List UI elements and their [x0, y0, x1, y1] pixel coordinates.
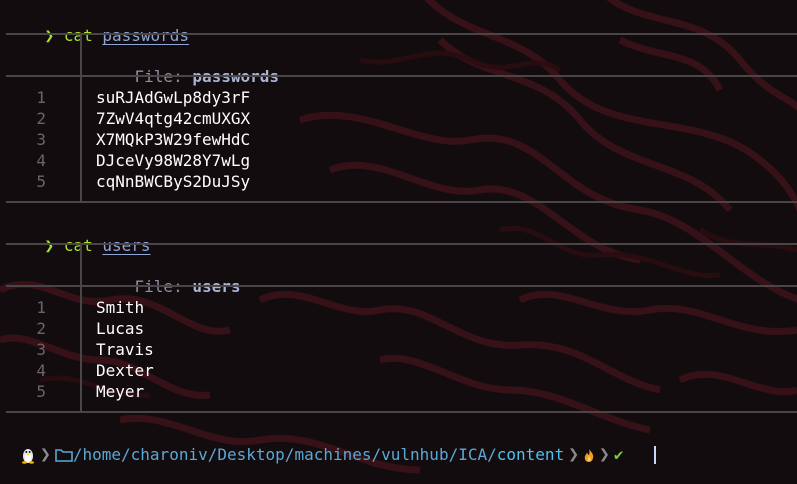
folder-icon [55, 448, 73, 462]
bat-top-rule [6, 243, 797, 245]
linux-tux-icon [20, 446, 36, 464]
bat-bottom-rule [6, 411, 797, 413]
bat-gutter-divider [80, 245, 82, 285]
file-content-line: Lucas [96, 319, 145, 338]
path-segment: Desktop [217, 445, 285, 464]
bat-gutter-divider [80, 77, 82, 201]
file-content-line: suRJAdGwLp8dy3rF [96, 88, 251, 107]
line-number: 2 [36, 319, 46, 338]
file-content-line: Smith [96, 298, 145, 317]
file-content-line: 7ZwV4qtg42cmUXGX [96, 109, 251, 128]
flame-icon [583, 448, 595, 463]
file-header: File: passwords [96, 45, 280, 86]
bat-header-rule [6, 75, 797, 77]
path-segment: home [82, 445, 122, 464]
prompt-arrow-icon: ❯ [44, 236, 55, 255]
check-icon: ✔ [613, 445, 624, 464]
file-content-line: X7MQkP3W29fewHdC [96, 130, 251, 149]
file-content-line: cqNnBWCByS2DuJSy [96, 172, 251, 191]
line-number: 4 [36, 361, 46, 380]
path-segment-current: content [496, 445, 565, 464]
command-argument[interactable]: passwords [102, 26, 189, 45]
line-number: 5 [36, 382, 46, 401]
command-argument[interactable]: users [102, 236, 150, 255]
current-path[interactable]: / home / charoniv / Desktop / machines / vulnhub /… [73, 443, 564, 467]
text-cursor [653, 446, 656, 464]
terminal-window[interactable]: ❯ cat passwords File: passwords 1 suRJAd… [0, 0, 797, 484]
path-segment: vulnhub [381, 445, 449, 464]
line-number: 3 [36, 340, 46, 359]
command-line-passwords: ❯ cat passwords [6, 4, 190, 45]
line-number: 5 [36, 172, 46, 191]
bat-top-rule [6, 33, 797, 35]
bat-gutter-divider [80, 35, 82, 75]
line-number: 3 [36, 130, 46, 149]
segment-separator-icon: ❯ [40, 444, 51, 465]
file-content-line: DJceVy98W28Y7wLg [96, 151, 251, 170]
path-segment: machines [294, 445, 372, 464]
path-segment: ICA [458, 445, 488, 464]
line-number: 1 [36, 298, 46, 317]
bat-header-rule [6, 285, 797, 287]
line-number: 1 [36, 88, 46, 107]
command-line-users: ❯ cat users [6, 214, 151, 255]
line-number: 2 [36, 109, 46, 128]
path-segment: charoniv [130, 445, 208, 464]
prompt-arrow-icon: ❯ [44, 26, 55, 45]
file-header: File: users [96, 255, 241, 296]
segment-separator-icon: ❯ [568, 444, 580, 465]
bat-bottom-rule [6, 201, 797, 203]
file-content-line: Meyer [96, 382, 145, 401]
file-content-line: Travis [96, 340, 154, 359]
file-content-line: Dexter [96, 361, 154, 380]
bat-gutter-divider [80, 287, 82, 411]
line-number: 4 [36, 151, 46, 170]
command-word: cat [63, 26, 93, 45]
segment-separator-icon: ❯ [599, 444, 610, 465]
command-word: cat [63, 236, 93, 255]
prompt-statusbar: ❯ / home / charoniv / Desktop / machines / vulnhu… [20, 443, 656, 467]
